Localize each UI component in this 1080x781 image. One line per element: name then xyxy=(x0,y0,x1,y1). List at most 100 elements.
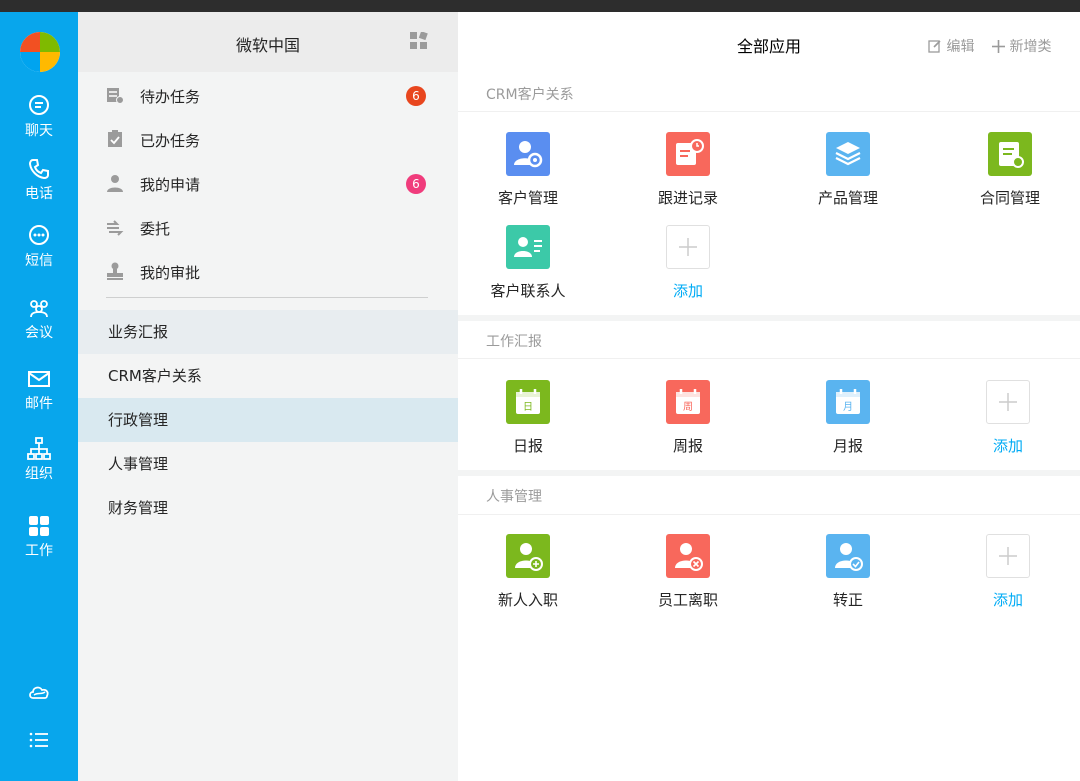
app-customer-manage[interactable]: 客户管理 xyxy=(478,132,578,212)
app-contact[interactable]: 客户联系人 xyxy=(478,225,578,305)
rail-item-sms[interactable]: 短信 xyxy=(0,224,78,282)
app-label: 转正 xyxy=(832,591,863,609)
app-label: 产品管理 xyxy=(817,189,878,207)
edit-label: 编辑 xyxy=(946,39,975,55)
window-top-bar xyxy=(0,0,1080,12)
app-follow-record[interactable]: 跟进记录 xyxy=(638,132,738,212)
category-hr[interactable]: 人事管理 xyxy=(78,442,458,486)
grid-switch-icon[interactable] xyxy=(410,32,428,50)
list-menu-icon[interactable] xyxy=(27,728,51,752)
task-todo[interactable]: 待办任务 6 xyxy=(106,74,426,118)
rail-item-org[interactable]: 组织 xyxy=(0,437,78,495)
app-label: 添加 xyxy=(672,282,703,300)
app-add-hr[interactable]: 添加 xyxy=(958,534,1058,614)
app-label: 员工离职 xyxy=(657,591,718,609)
app-regularize[interactable]: 转正 xyxy=(798,534,898,614)
phone-icon xyxy=(28,159,49,180)
app-label: 周报 xyxy=(672,437,703,455)
app-onboard[interactable]: 新人入职 xyxy=(478,534,578,614)
rail-item-meeting[interactable]: 会议 xyxy=(0,296,78,354)
task-my-applications[interactable]: 我的申请 6 xyxy=(106,162,426,206)
meeting-icon xyxy=(30,300,48,318)
resign-icon xyxy=(666,534,710,578)
left-panel: 微软中国 待办任务 6 已办任务 我的申请 6 委托 我的审批 业务汇报 CRM… xyxy=(78,12,458,781)
edit-icon xyxy=(928,40,941,53)
follow-record-icon xyxy=(666,132,710,176)
app-label: 新人入职 xyxy=(497,591,558,609)
rail-item-phone[interactable]: 电话 xyxy=(0,157,78,215)
rail-label: 组织 xyxy=(25,466,53,482)
section-line xyxy=(458,358,1080,359)
task-label: 我的审批 xyxy=(140,264,201,282)
monthly-report-icon: 月 xyxy=(826,380,870,424)
product-manage-icon xyxy=(826,132,870,176)
apps-panel: 全部应用 编辑 新增类 CRM客户关系 客户管理 跟进记录 产品管理 合同管理 … xyxy=(458,12,1080,781)
category-crm[interactable]: CRM客户关系 xyxy=(78,354,458,398)
page-title: 全部应用 xyxy=(736,37,801,56)
cloud-icon[interactable] xyxy=(27,680,51,704)
edit-button[interactable]: 编辑 xyxy=(928,36,974,56)
apps-header: 全部应用 编辑 新增类 xyxy=(458,12,1080,74)
rail-item-work[interactable]: 工作 xyxy=(0,514,78,572)
add-icon xyxy=(666,225,710,269)
task-label: 待办任务 xyxy=(140,88,201,106)
app-label: 客户联系人 xyxy=(490,282,566,300)
app-contract-manage[interactable]: 合同管理 xyxy=(960,132,1060,212)
app-label: 跟进记录 xyxy=(657,189,718,207)
add-category-button[interactable]: 新增类 xyxy=(992,36,1051,56)
nav-rail: 聊天 电话 短信 会议 邮件 组织 工作 xyxy=(0,12,78,781)
regularize-icon xyxy=(826,534,870,578)
contact-icon xyxy=(506,225,550,269)
svg-text:周: 周 xyxy=(683,401,693,413)
org-title: 微软中国 xyxy=(235,36,300,55)
rail-label: 工作 xyxy=(25,543,53,559)
app-label: 添加 xyxy=(992,437,1023,455)
todo-icon xyxy=(107,88,124,104)
task-done[interactable]: 已办任务 xyxy=(106,118,426,162)
chat-icon xyxy=(29,95,49,115)
weekly-report-icon: 周 xyxy=(666,380,710,424)
daily-report-icon: 日 xyxy=(506,380,550,424)
delegate-icon xyxy=(107,220,124,236)
app-label: 添加 xyxy=(992,591,1023,609)
todo-count-badge: 6 xyxy=(406,86,426,106)
app-product-manage[interactable]: 产品管理 xyxy=(798,132,898,212)
rail-label: 电话 xyxy=(25,186,53,202)
rail-item-chat[interactable]: 聊天 xyxy=(0,94,78,152)
task-label: 已办任务 xyxy=(140,132,201,150)
section-line xyxy=(458,111,1080,112)
category-finance[interactable]: 财务管理 xyxy=(78,486,458,530)
app-logo xyxy=(20,32,60,72)
task-divider xyxy=(106,297,428,298)
task-my-approvals[interactable]: 我的审批 xyxy=(106,250,426,294)
app-weekly-report[interactable]: 周 周报 xyxy=(638,380,738,460)
app-resign[interactable]: 员工离职 xyxy=(638,534,738,614)
app-add-crm[interactable]: 添加 xyxy=(638,225,738,305)
category-business-report[interactable]: 业务汇报 xyxy=(78,310,458,354)
app-add-report[interactable]: 添加 xyxy=(958,380,1058,460)
app-monthly-report[interactable]: 月 月报 xyxy=(798,380,898,460)
svg-text:日: 日 xyxy=(523,402,533,413)
task-label: 委托 xyxy=(140,220,171,238)
application-count-badge: 6 xyxy=(406,174,426,194)
stamp-icon xyxy=(107,262,123,280)
add-icon xyxy=(986,380,1030,424)
app-label: 月报 xyxy=(832,437,863,455)
rail-label: 聊天 xyxy=(25,123,53,139)
app-label: 合同管理 xyxy=(979,189,1040,207)
section-gap xyxy=(458,470,1080,476)
app-daily-report[interactable]: 日 日报 xyxy=(478,380,578,460)
customer-manage-icon xyxy=(506,132,550,176)
rail-label: 会议 xyxy=(25,325,53,341)
plus-icon xyxy=(992,40,1005,53)
category-admin[interactable]: 行政管理 xyxy=(78,398,458,442)
mail-icon xyxy=(28,371,50,387)
section-title-hr: 人事管理 xyxy=(486,489,542,505)
section-gap xyxy=(458,315,1080,321)
app-label: 日报 xyxy=(512,437,543,455)
section-line xyxy=(458,514,1080,515)
rail-item-mail[interactable]: 邮件 xyxy=(0,367,78,425)
onboard-icon xyxy=(506,534,550,578)
task-delegate[interactable]: 委托 xyxy=(106,206,426,250)
work-icon xyxy=(29,516,49,536)
